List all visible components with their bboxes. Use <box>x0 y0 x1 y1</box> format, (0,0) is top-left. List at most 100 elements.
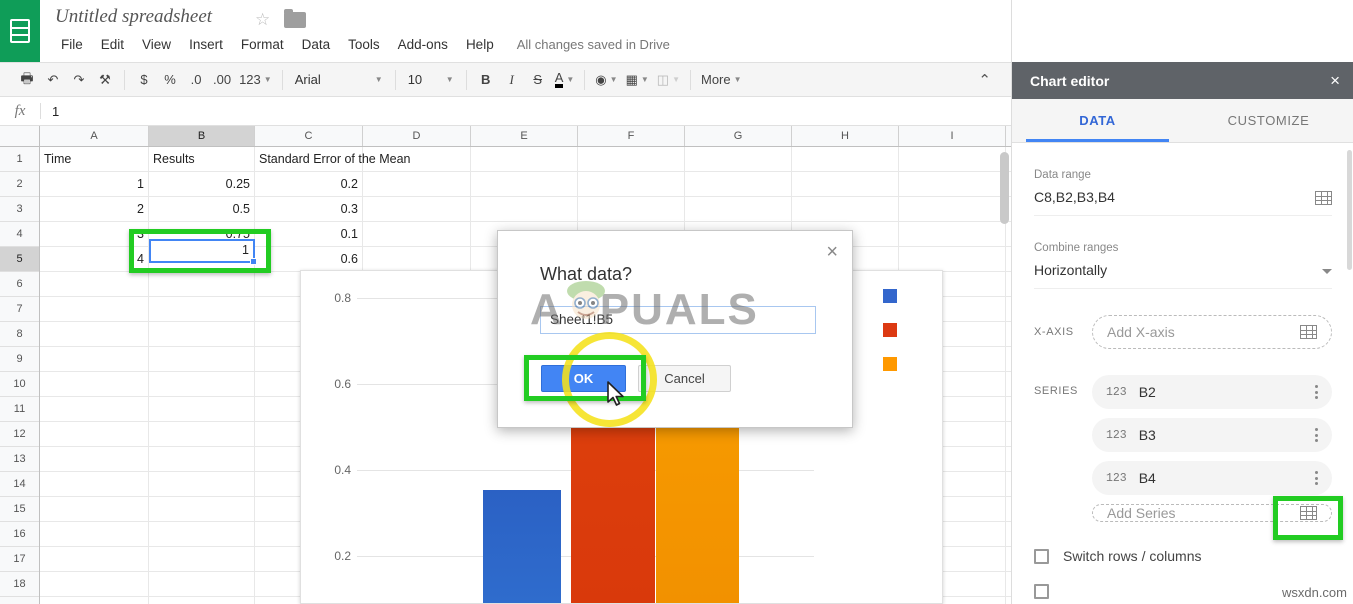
cell-A18[interactable] <box>40 572 149 596</box>
legend-swatch-b3[interactable] <box>883 323 897 337</box>
menu-item-help[interactable]: Help <box>457 34 503 55</box>
row-header-7[interactable]: 7 <box>0 297 39 322</box>
data-range-input[interactable]: Sheet1!B5 <box>540 306 816 334</box>
increase-decimal-button[interactable]: .00 <box>209 67 235 93</box>
cell-E2[interactable] <box>471 172 578 196</box>
cell-F2[interactable] <box>578 172 685 196</box>
menu-item-format[interactable]: Format <box>232 34 293 55</box>
cell-C1[interactable]: Standard Error of the Mean <box>255 147 363 171</box>
menu-item-data[interactable]: Data <box>293 34 340 55</box>
percent-format-button[interactable]: % <box>157 67 183 93</box>
undo-icon[interactable]: ↶ <box>40 67 66 93</box>
series-item-b2[interactable]: 123 B2 <box>1092 375 1332 409</box>
document-title[interactable]: Untitled spreadsheet <box>55 6 212 28</box>
cell-E3[interactable] <box>471 197 578 221</box>
cell-B10[interactable] <box>149 372 255 396</box>
more-vert-icon[interactable] <box>1315 385 1318 399</box>
cell-D5[interactable] <box>363 247 471 271</box>
bold-button[interactable]: B <box>473 67 499 93</box>
cell-C4[interactable]: 0.1 <box>255 222 363 246</box>
column-header-d[interactable]: D <box>363 126 471 146</box>
switch-rows-columns-row[interactable]: Switch rows / columns <box>1034 548 1332 564</box>
text-color-button[interactable]: A ▼ <box>551 67 579 93</box>
cell-A16[interactable] <box>40 522 149 546</box>
cell-A10[interactable] <box>40 372 149 396</box>
column-header-f[interactable]: F <box>578 126 685 146</box>
row-header-18[interactable]: 18 <box>0 572 39 597</box>
close-icon[interactable]: × <box>1330 71 1340 91</box>
cell-A17[interactable] <box>40 547 149 571</box>
cell-I5[interactable] <box>899 247 1006 271</box>
fill-color-icon[interactable]: ◉▼ <box>591 67 621 93</box>
cell-B2[interactable]: 0.25 <box>149 172 255 196</box>
formula-input[interactable]: 1 <box>41 104 1011 119</box>
cell-A13[interactable] <box>40 447 149 471</box>
cell-F3[interactable] <box>578 197 685 221</box>
column-header-a[interactable]: A <box>40 126 149 146</box>
cell-A7[interactable] <box>40 297 149 321</box>
selected-cell-b5[interactable]: 1 <box>149 239 255 263</box>
cell-A2[interactable]: 1 <box>40 172 149 196</box>
cell-B17[interactable] <box>149 547 255 571</box>
row-header-19[interactable]: 19 <box>0 597 39 604</box>
cell-B1[interactable]: Results <box>149 147 255 171</box>
more-vert-icon[interactable] <box>1315 471 1318 485</box>
cell-G3[interactable] <box>685 197 792 221</box>
switch-rows-columns-checkbox[interactable] <box>1034 549 1049 564</box>
cell-D1[interactable] <box>363 147 471 171</box>
row-header-17[interactable]: 17 <box>0 547 39 572</box>
folder-icon[interactable] <box>284 12 306 28</box>
row-header-13[interactable]: 13 <box>0 447 39 472</box>
cell-B3[interactable]: 0.5 <box>149 197 255 221</box>
cell-B13[interactable] <box>149 447 255 471</box>
panel-vertical-scrollbar[interactable] <box>1347 150 1352 270</box>
number-format-button[interactable]: 123 ▼ <box>235 67 276 93</box>
sheets-logo-icon[interactable] <box>0 0 40 62</box>
cell-I3[interactable] <box>899 197 1006 221</box>
cell-B18[interactable] <box>149 572 255 596</box>
secondary-checkbox[interactable] <box>1034 584 1049 599</box>
cell-D2[interactable] <box>363 172 471 196</box>
font-size-select[interactable]: 10 ▼ <box>402 67 460 93</box>
star-icon[interactable]: ☆ <box>255 10 270 30</box>
cell-D3[interactable] <box>363 197 471 221</box>
cell-F1[interactable] <box>578 147 685 171</box>
select-all-corner[interactable] <box>0 126 40 146</box>
row-header-12[interactable]: 12 <box>0 422 39 447</box>
cell-I2[interactable] <box>899 172 1006 196</box>
row-header-5[interactable]: 5 <box>0 247 39 272</box>
row-header-16[interactable]: 16 <box>0 522 39 547</box>
cell-A6[interactable] <box>40 272 149 296</box>
cell-A11[interactable] <box>40 397 149 421</box>
cell-A12[interactable] <box>40 422 149 446</box>
row-header-4[interactable]: 4 <box>0 222 39 247</box>
menu-item-file[interactable]: File <box>52 34 92 55</box>
paint-format-icon[interactable]: ⚒ <box>92 67 118 93</box>
tab-customize[interactable]: CUSTOMIZE <box>1183 99 1353 142</box>
cell-B11[interactable] <box>149 397 255 421</box>
cell-A15[interactable] <box>40 497 149 521</box>
font-family-select[interactable]: Arial ▼ <box>289 67 389 93</box>
italic-button[interactable]: I <box>499 67 525 93</box>
collapse-toolbar-icon[interactable]: ⌃ <box>978 71 991 89</box>
cell-A9[interactable] <box>40 347 149 371</box>
currency-format-button[interactable]: $ <box>131 67 157 93</box>
more-vert-icon[interactable] <box>1315 428 1318 442</box>
cell-B6[interactable] <box>149 272 255 296</box>
row-header-2[interactable]: 2 <box>0 172 39 197</box>
column-header-i[interactable]: I <box>899 126 1006 146</box>
row-header-14[interactable]: 14 <box>0 472 39 497</box>
add-x-axis-button[interactable]: Add X-axis <box>1092 315 1332 349</box>
cell-A1[interactable]: Time <box>40 147 149 171</box>
cell-G1[interactable] <box>685 147 792 171</box>
row-header-6[interactable]: 6 <box>0 272 39 297</box>
cell-B16[interactable] <box>149 522 255 546</box>
menu-item-insert[interactable]: Insert <box>180 34 232 55</box>
cell-B8[interactable] <box>149 322 255 346</box>
legend-swatch-b2[interactable] <box>883 289 897 303</box>
menu-item-view[interactable]: View <box>133 34 180 55</box>
redo-icon[interactable]: ↷ <box>66 67 92 93</box>
cell-C2[interactable]: 0.2 <box>255 172 363 196</box>
grid-select-icon[interactable] <box>1315 191 1332 205</box>
cell-B15[interactable] <box>149 497 255 521</box>
